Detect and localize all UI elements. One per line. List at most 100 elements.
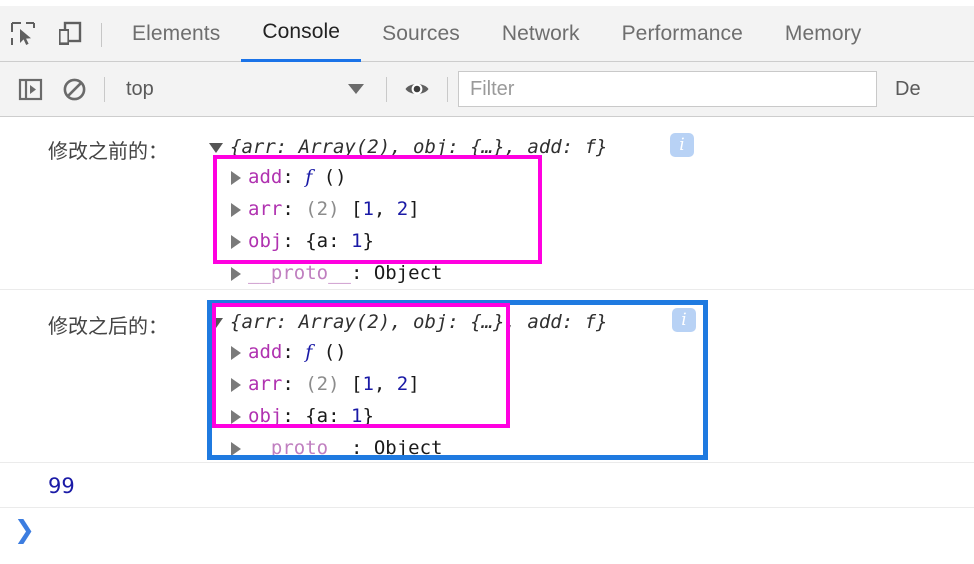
bracket-open: [: [339, 373, 363, 395]
toolbar-divider: [104, 76, 105, 102]
tab-label: Performance: [621, 21, 743, 45]
tab-memory[interactable]: Memory: [764, 6, 882, 62]
triangle-down-icon[interactable]: [209, 142, 223, 153]
array-length: (2): [305, 373, 340, 395]
nested-value: 1: [350, 230, 363, 252]
filter-box[interactable]: [458, 71, 877, 107]
array-item: 1: [362, 373, 374, 395]
clear-console-icon[interactable]: [52, 67, 96, 111]
property-separator: :: [350, 262, 374, 284]
console-output[interactable]: 修改之前的： {arr: Array(2), obj: {…}, add: f}…: [0, 117, 974, 564]
property-value: Object: [373, 262, 443, 284]
bracket-open: [: [339, 198, 363, 220]
object-property-row[interactable]: arr: (2) [1, 2]: [231, 199, 420, 219]
tab-sources[interactable]: Sources: [361, 6, 481, 62]
log-levels-select[interactable]: De: [895, 78, 921, 101]
triangle-right-icon[interactable]: [231, 409, 241, 424]
console-message-label: 修改之前的：: [48, 139, 168, 163]
object-preview: {arr: Array(2), obj: {…}, add: f}: [230, 136, 608, 158]
console-message[interactable]: 修改之前的： {arr: Array(2), obj: {…}, add: f}…: [0, 117, 974, 290]
object-property-row[interactable]: arr: (2) [1, 2]: [231, 374, 420, 394]
bracket-close: ]: [408, 373, 420, 395]
property-name: add: [248, 341, 283, 363]
property-separator: :: [282, 373, 306, 395]
object-preview: {arr: Array(2), obj: {…}, add: f}: [230, 311, 608, 333]
array-item: 2: [396, 373, 409, 395]
tab-elements[interactable]: Elements: [111, 6, 241, 62]
property-value-suffix: (): [312, 341, 347, 363]
device-toolbar-icon[interactable]: [46, 11, 92, 57]
brace-open: {a:: [305, 230, 351, 252]
object-property-row-proto[interactable]: __proto__: Object: [231, 438, 442, 458]
property-separator: :: [282, 230, 306, 252]
property-name: obj: [248, 230, 283, 252]
console-message-label: 修改之后的：: [48, 314, 168, 338]
property-name: __proto__: [248, 262, 351, 284]
execution-context-select[interactable]: top: [113, 71, 378, 107]
property-separator: :: [282, 341, 306, 363]
object-property-row[interactable]: add: f (): [231, 342, 347, 362]
console-sidebar-icon[interactable]: [8, 67, 52, 111]
object-property-row[interactable]: obj: {a: 1}: [231, 231, 374, 251]
object-property-row[interactable]: obj: {a: 1}: [231, 406, 374, 426]
triangle-right-icon[interactable]: [231, 266, 241, 281]
object-property-row[interactable]: add: f (): [231, 167, 347, 187]
triangle-right-icon[interactable]: [231, 170, 241, 185]
property-name: add: [248, 166, 283, 188]
inspect-element-icon[interactable]: [0, 11, 46, 57]
property-separator: :: [350, 437, 374, 459]
object-property-row-proto[interactable]: __proto__: Object: [231, 263, 442, 283]
info-badge-icon[interactable]: i: [672, 308, 696, 332]
chevron-down-icon: [348, 84, 364, 94]
tab-label: Sources: [382, 21, 460, 45]
property-name: obj: [248, 405, 283, 427]
console-toolbar: top De: [0, 62, 974, 117]
tab-console[interactable]: Console: [241, 6, 362, 62]
toolbar-divider: [386, 76, 387, 102]
toolbar-divider: [101, 22, 102, 47]
array-item: 1: [362, 198, 374, 220]
filter-input[interactable]: [468, 72, 876, 106]
object-root-row[interactable]: {arr: Array(2), obj: {…}, add: f}: [209, 311, 608, 333]
tab-label: Memory: [784, 21, 862, 45]
tab-performance[interactable]: Performance: [601, 6, 764, 62]
property-separator: :: [282, 198, 306, 220]
eye-icon[interactable]: [395, 67, 439, 111]
devtools-tab-bar: Elements Console Sources Network Perform…: [0, 0, 974, 62]
prompt-caret-icon: ❯: [14, 515, 35, 544]
tab-label: Console: [262, 20, 341, 43]
toolbar-divider: [447, 76, 448, 102]
nested-value: 1: [350, 405, 363, 427]
result-value: 99: [48, 474, 75, 498]
console-prompt-row[interactable]: ❯: [0, 508, 974, 564]
array-comma: ,: [373, 373, 397, 395]
object-root-row[interactable]: {arr: Array(2), obj: {…}, add: f}: [209, 136, 608, 158]
property-name: arr: [248, 373, 283, 395]
triangle-down-icon[interactable]: [209, 317, 223, 328]
tab-label: Network: [501, 21, 580, 45]
tab-network[interactable]: Network: [481, 6, 601, 62]
array-comma: ,: [373, 198, 397, 220]
triangle-right-icon[interactable]: [231, 202, 241, 217]
info-badge-icon[interactable]: i: [670, 133, 694, 157]
brace-close: }: [362, 405, 374, 427]
tab-label: Elements: [132, 21, 221, 45]
bracket-close: ]: [408, 198, 420, 220]
array-length: (2): [305, 198, 340, 220]
brace-open: {a:: [305, 405, 351, 427]
triangle-right-icon[interactable]: [231, 441, 241, 456]
property-separator: :: [282, 166, 306, 188]
console-result-row[interactable]: 99: [0, 463, 974, 508]
array-item: 2: [396, 198, 409, 220]
triangle-right-icon[interactable]: [231, 234, 241, 249]
property-value-suffix: (): [312, 166, 347, 188]
property-name: arr: [248, 198, 283, 220]
brace-close: }: [362, 230, 374, 252]
triangle-right-icon[interactable]: [231, 345, 241, 360]
property-name: __proto__: [248, 437, 351, 459]
console-message[interactable]: 修改之后的： {arr: Array(2), obj: {…}, add: f}…: [0, 290, 974, 463]
triangle-right-icon[interactable]: [231, 377, 241, 392]
property-separator: :: [282, 405, 306, 427]
property-value: Object: [373, 437, 443, 459]
execution-context-label: top: [126, 77, 154, 100]
